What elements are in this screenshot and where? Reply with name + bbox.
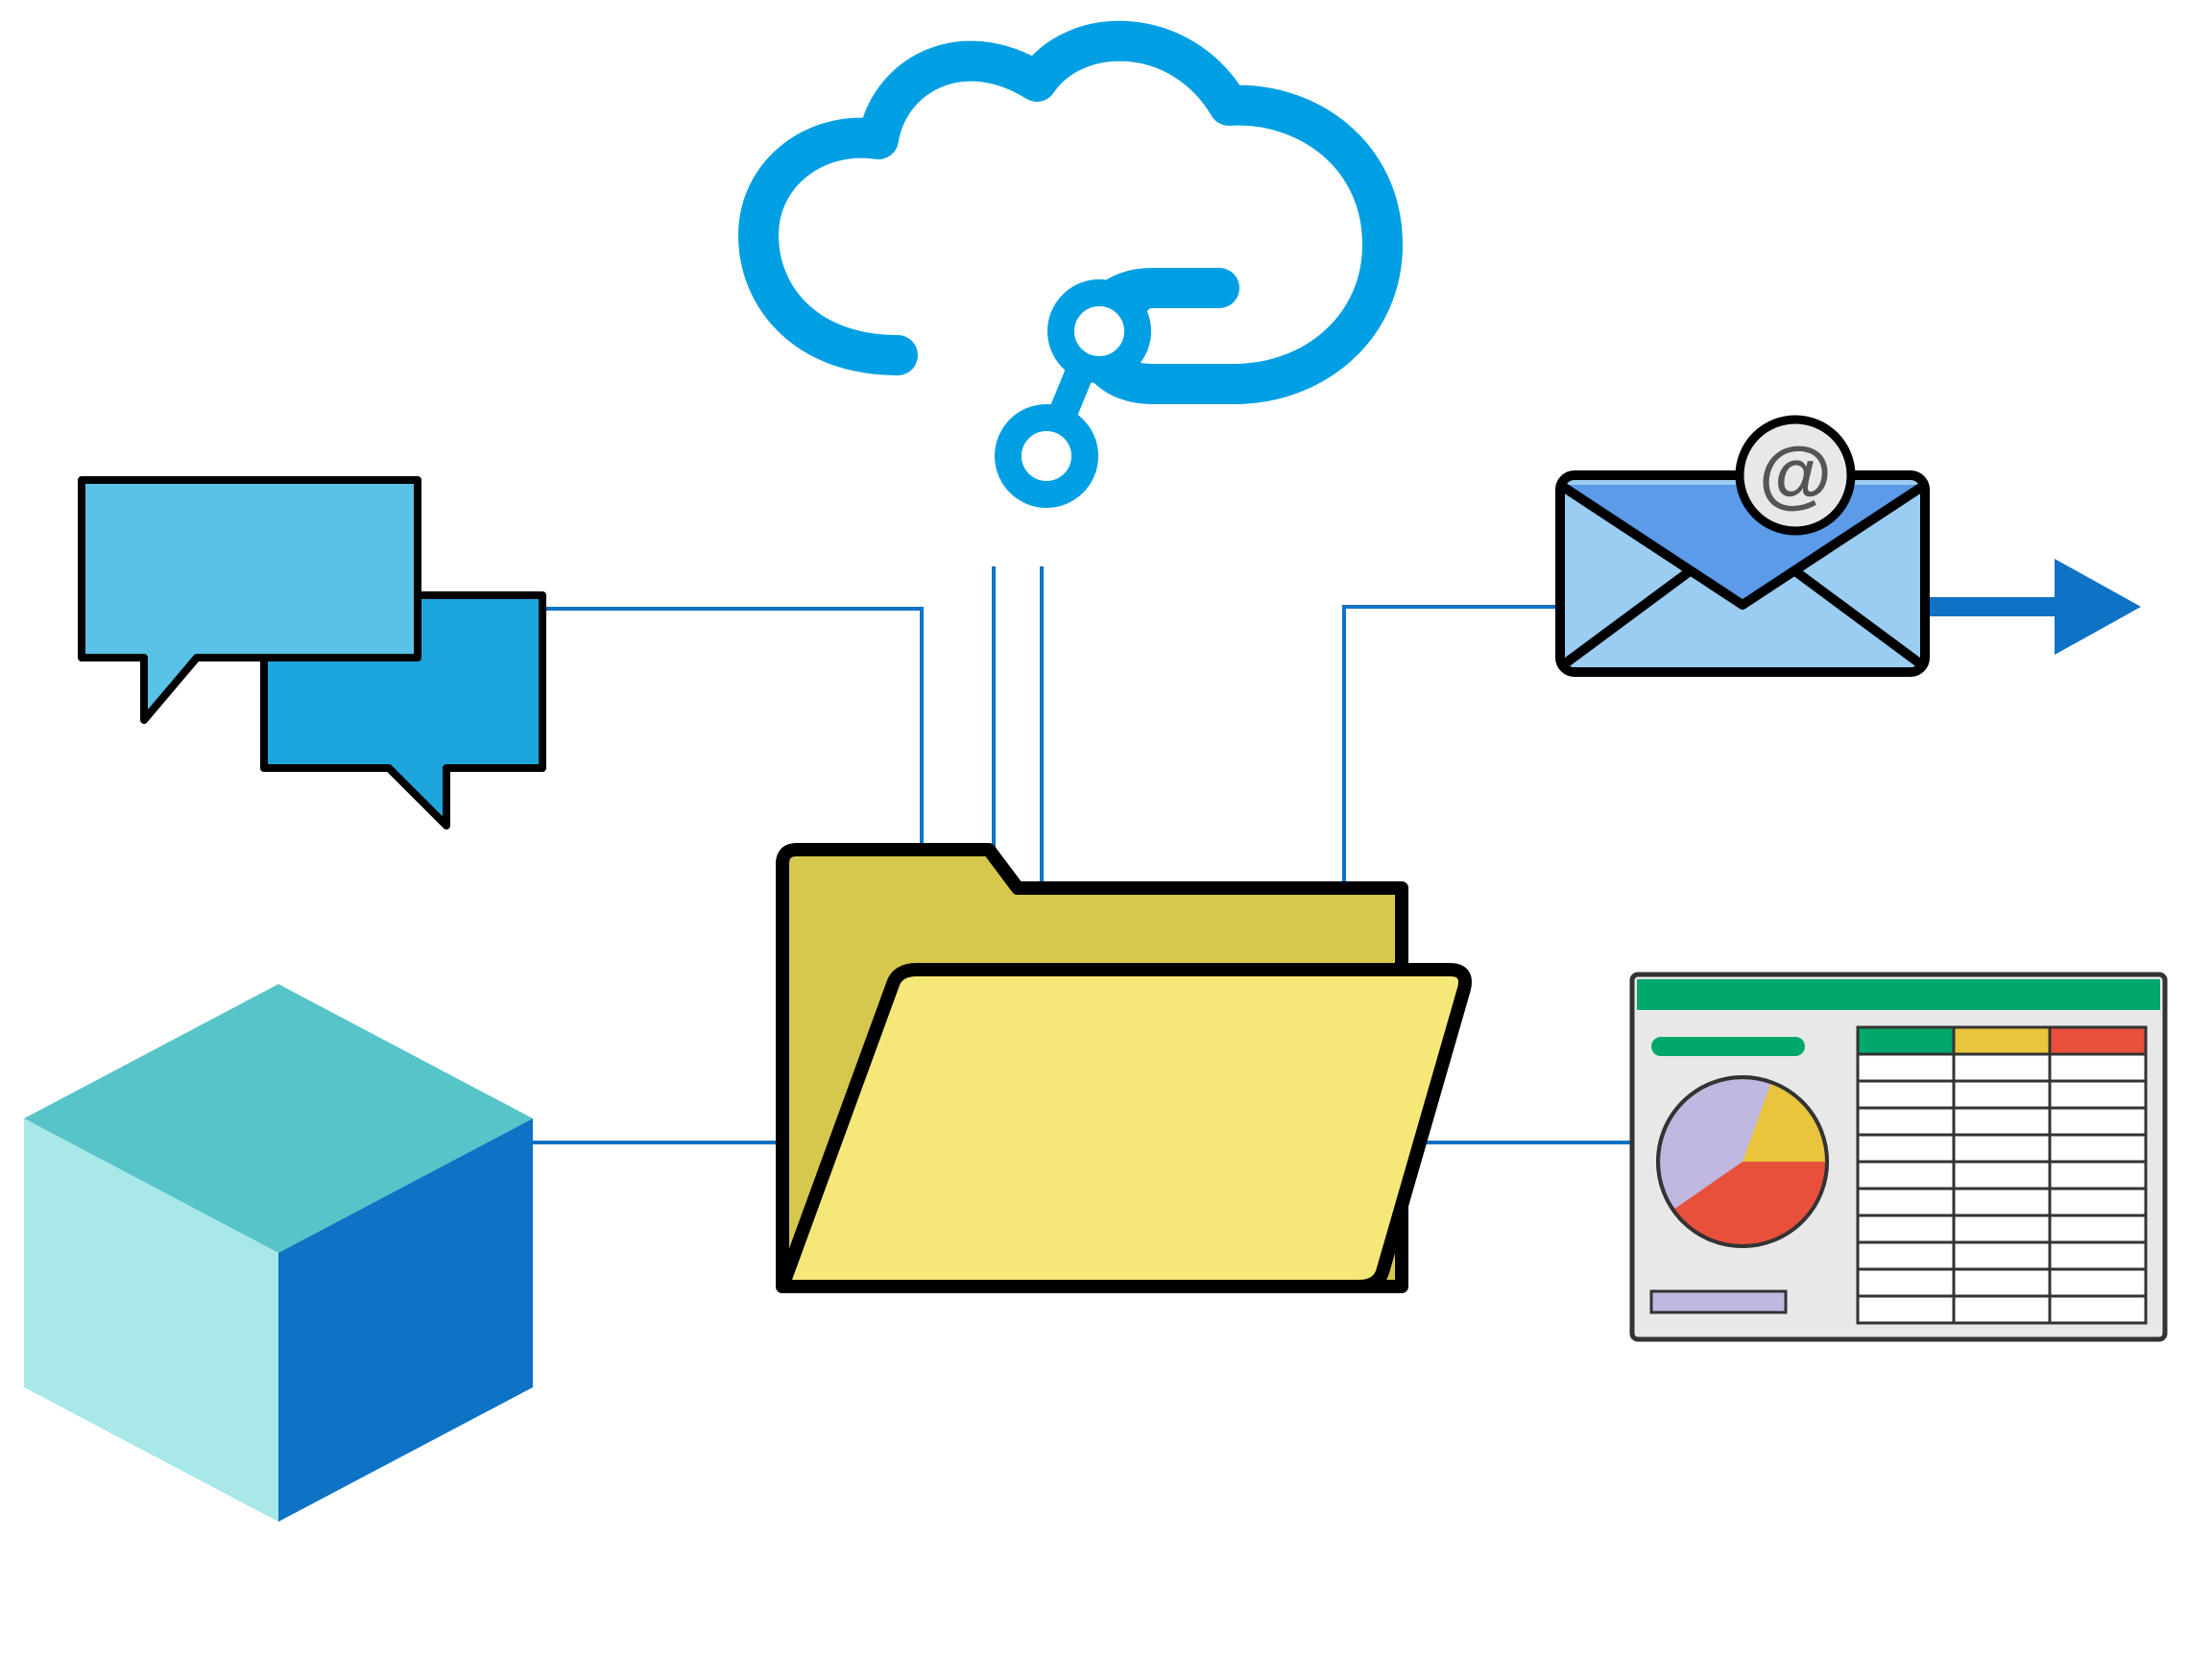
spreadsheet-icon <box>1632 974 2165 1339</box>
folder-icon <box>782 850 1465 1286</box>
chat-bubbles-icon <box>82 480 542 826</box>
svg-text:@: @ <box>1759 431 1832 516</box>
diagram-canvas: @ <box>0 0 2212 1659</box>
arrow-right-icon <box>2055 559 2141 655</box>
cloud-icon <box>758 41 1382 494</box>
email-icon: @ <box>1560 420 1925 672</box>
cube-icon <box>24 984 533 1522</box>
